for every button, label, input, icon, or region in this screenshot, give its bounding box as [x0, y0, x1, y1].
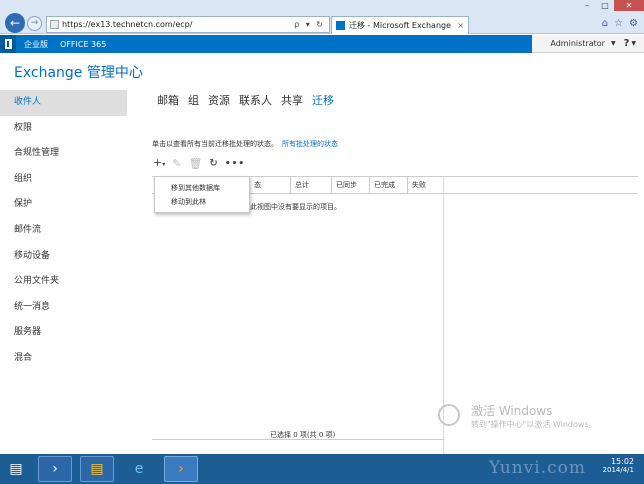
- clock-time: 15:02: [610, 457, 634, 466]
- migration-grid: 态 总计 已同步 已完成 失败 此视图中没有要显示的项目。: [152, 176, 638, 439]
- tab-close-icon[interactable]: ×: [457, 21, 468, 30]
- exchange-shell-icon[interactable]: ›: [164, 456, 198, 482]
- tab-contacts[interactable]: 联系人: [239, 92, 272, 108]
- clock-date: 2014/4/1: [602, 466, 634, 474]
- left-nav: 收件人 权限 合规性管理 组织 保护 邮件流 移动设备 公用文件夹 统一消息 服…: [0, 90, 127, 372]
- nav-item-organization[interactable]: 组织: [0, 167, 127, 193]
- office365-link[interactable]: OFFICE 365: [60, 40, 106, 49]
- column-failed[interactable]: 失败: [408, 177, 444, 194]
- powershell-icon[interactable]: ›: [38, 456, 72, 482]
- browser-chrome: – □ ✕ ← → https://ex13.technetcn.com/ecp…: [0, 0, 644, 34]
- info-text: 单击以查看所有当前迁移批处理的状态。: [152, 140, 278, 148]
- internet-explorer-icon[interactable]: e: [122, 456, 156, 482]
- column-status[interactable]: 态: [250, 177, 291, 194]
- user-menu[interactable]: Administrator: [550, 39, 605, 48]
- chevron-down-icon[interactable]: ▼: [611, 40, 616, 47]
- site-watermark: Yunvi.com: [489, 458, 586, 478]
- nav-item-public-folders[interactable]: 公用文件夹: [0, 269, 127, 295]
- file-explorer-icon[interactable]: ▤: [80, 456, 114, 482]
- nav-item-mobile[interactable]: 移动设备: [0, 244, 127, 270]
- delete-trash-icon[interactable]: 🗑: [188, 158, 202, 170]
- tab-mailboxes[interactable]: 邮箱: [157, 92, 179, 108]
- system-clock[interactable]: 15:02 2014/4/1: [603, 457, 634, 474]
- forward-arrow-icon[interactable]: →: [27, 16, 42, 31]
- o365-bar: 企业版 OFFICE 365 Administrator ▼ ? ▼: [0, 35, 644, 53]
- page-title: Exchange 管理中心: [14, 65, 143, 81]
- add-icon: +: [153, 156, 163, 169]
- empty-view-message: 此视图中没有要显示的项目。: [250, 203, 341, 211]
- user-area: Administrator ▼ ? ▼: [532, 35, 644, 53]
- nav-item-unified-messaging[interactable]: 统一消息: [0, 295, 127, 321]
- tab-shared[interactable]: 共享: [281, 92, 303, 108]
- nav-item-compliance[interactable]: 合规性管理: [0, 141, 127, 167]
- page-icon: [50, 20, 59, 29]
- column-total[interactable]: 总计: [291, 177, 332, 194]
- column-synced[interactable]: 已同步: [332, 177, 370, 194]
- add-dropdown-menu: 移到其他数据库 移动到此林: [154, 176, 250, 213]
- exchange-tab-icon: [336, 21, 345, 30]
- search-refresh-icons[interactable]: ρ ▾ ↻: [294, 20, 329, 29]
- nav-item-recipients[interactable]: 收件人: [0, 90, 127, 116]
- star-icon[interactable]: ☆: [614, 18, 623, 29]
- watermark-subtitle: 转到"操作中心"以激活 Windows。: [471, 420, 597, 429]
- browser-tab[interactable]: 迁移 - Microsoft Exchange ×: [331, 16, 469, 34]
- key-icon: [438, 404, 460, 426]
- nav-item-mail-flow[interactable]: 邮件流: [0, 218, 127, 244]
- nav-item-servers[interactable]: 服务器: [0, 320, 127, 346]
- tab-migration[interactable]: 迁移: [312, 92, 334, 108]
- edition-label[interactable]: 企业版: [24, 39, 48, 50]
- watermark-title: 激活 Windows: [471, 404, 553, 418]
- minimize-button[interactable]: –: [578, 0, 596, 11]
- help-chevron-down-icon[interactable]: ▼: [631, 40, 636, 47]
- recipient-tabs: 邮箱 组 资源 联系人 共享 迁移: [157, 92, 334, 108]
- back-arrow-icon[interactable]: ←: [5, 13, 25, 33]
- nav-item-protection[interactable]: 保护: [0, 192, 127, 218]
- maximize-button[interactable]: □: [596, 0, 614, 11]
- menu-item-move-to-this-forest[interactable]: 移动到此林: [155, 195, 249, 209]
- url-text[interactable]: https://ex13.technetcn.com/ecp/: [62, 20, 294, 29]
- refresh-icon[interactable]: ↻: [209, 158, 217, 170]
- home-icon[interactable]: ⌂: [602, 18, 608, 29]
- add-button[interactable]: +▾: [153, 157, 165, 171]
- all-batches-status-link[interactable]: 所有批处理的状态: [282, 140, 338, 148]
- close-window-button[interactable]: ✕: [614, 0, 644, 11]
- office-logo-icon[interactable]: [0, 35, 16, 53]
- browser-toolbar: ⌂ ☆ ⚙: [602, 18, 638, 29]
- tab-resources[interactable]: 资源: [208, 92, 230, 108]
- more-options-icon[interactable]: •••: [225, 158, 245, 170]
- tab-title[interactable]: 迁移 - Microsoft Exchange: [349, 20, 457, 31]
- nav-item-hybrid[interactable]: 混合: [0, 346, 127, 372]
- address-bar[interactable]: https://ex13.technetcn.com/ecp/ ρ ▾ ↻: [46, 16, 330, 33]
- edit-pencil-icon[interactable]: ✎: [172, 158, 181, 170]
- server-manager-icon[interactable]: ▤: [2, 456, 30, 482]
- window-controls: – □ ✕: [578, 0, 644, 11]
- batch-status-info: 单击以查看所有当前迁移批处理的状态。 所有批处理的状态: [152, 139, 338, 149]
- nav-item-permissions[interactable]: 权限: [0, 116, 127, 142]
- selection-count: 已选择 0 项(共 0 项): [270, 431, 336, 439]
- gear-icon[interactable]: ⚙: [629, 18, 638, 29]
- help-button[interactable]: ?: [624, 38, 630, 49]
- grid-toolbar: +▾ ✎ 🗑 ↻ •••: [153, 157, 245, 171]
- column-finalized[interactable]: 已完成: [370, 177, 408, 194]
- tab-groups[interactable]: 组: [188, 92, 199, 108]
- menu-item-move-to-other-database[interactable]: 移到其他数据库: [155, 181, 249, 195]
- add-chevron-down-icon: ▾: [162, 161, 166, 168]
